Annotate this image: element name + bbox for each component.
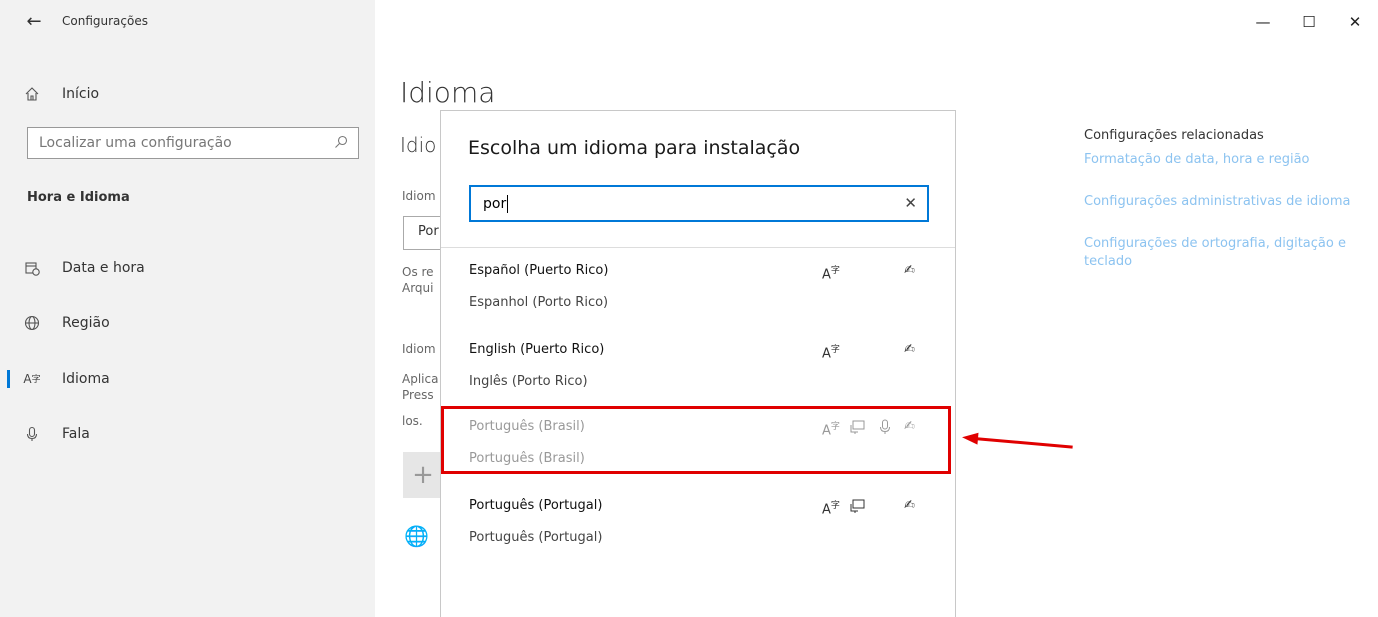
list-item[interactable]: English (Puerto Rico) Inglês (Porto Rico…: [469, 342, 939, 402]
search-placeholder: Localizar uma configuração: [39, 135, 232, 151]
display-language-icon: A字: [822, 345, 840, 362]
page-text: Idiom: [402, 189, 436, 203]
microphone-icon: [0, 426, 62, 442]
link-admin-language-settings[interactable]: Configurações administrativas de idioma: [1084, 193, 1354, 211]
app-title: Configurações: [62, 14, 148, 28]
window-controls: — ☐ ✕: [1240, 0, 1378, 52]
page-text: Aplica: [402, 372, 439, 386]
display-language-icon: A字: [822, 266, 840, 283]
sidebar-item-home[interactable]: Início: [0, 74, 375, 114]
sidebar-item-label: Idioma: [62, 371, 110, 387]
language-name: Español (Puerto Rico): [469, 263, 609, 278]
maximize-button[interactable]: ☐: [1286, 0, 1332, 48]
text-to-speech-icon: [850, 498, 866, 518]
settings-search-input[interactable]: Localizar uma configuração: [27, 127, 359, 159]
sidebar-item-label: Região: [62, 315, 110, 331]
add-language-button[interactable]: +: [403, 452, 443, 498]
search-icon[interactable]: [334, 135, 348, 153]
back-arrow-icon[interactable]: ←: [10, 0, 58, 47]
page-text: los.: [402, 414, 423, 428]
page-text: Arqui: [402, 281, 434, 295]
calendar-clock-icon: [0, 260, 62, 276]
page-subheading: Idio: [400, 133, 437, 157]
page-title: Idioma: [400, 76, 496, 109]
link-date-time-format[interactable]: Formatação de data, hora e região: [1084, 151, 1354, 169]
globe-language-icon: 🌐: [404, 524, 429, 548]
language-name: Português (Portugal): [469, 498, 603, 513]
globe-icon: [0, 315, 62, 331]
home-icon: [0, 86, 62, 102]
language-search-input[interactable]: por ✕: [469, 185, 929, 222]
link-spelling-typing-keyboard[interactable]: Configurações de ortografia, digitação e…: [1084, 235, 1354, 271]
clear-search-icon[interactable]: ✕: [904, 194, 917, 212]
language-localized-name: Português (Portugal): [469, 530, 603, 545]
title-bar: ← Configurações: [0, 0, 375, 52]
sidebar-item-speech[interactable]: Fala: [0, 414, 375, 454]
divider: [441, 247, 955, 248]
list-item[interactable]: Português (Portugal) Português (Portugal…: [469, 498, 939, 558]
highlight-box: [441, 406, 951, 474]
sidebar-item-label: Fala: [62, 426, 90, 442]
page-text: Idiom: [402, 342, 436, 356]
search-value: por: [483, 195, 507, 212]
section-heading: Hora e Idioma: [27, 190, 130, 205]
handwriting-icon: ✍: [904, 263, 915, 278]
page-text: Os re: [402, 265, 434, 279]
display-language-select[interactable]: Por: [403, 216, 443, 250]
language-localized-name: Inglês (Porto Rico): [469, 374, 588, 389]
page-text: Press: [402, 388, 434, 402]
related-settings: Configurações relacionadas Formatação de…: [1084, 128, 1354, 295]
sidebar: ← Configurações Início Localizar uma con…: [0, 0, 375, 617]
choose-language-dialog: Escolha um idioma para instalação por ✕ …: [440, 110, 956, 617]
annotation-arrow-head: [961, 431, 979, 445]
language-icon: A字: [23, 372, 41, 386]
related-settings-title: Configurações relacionadas: [1084, 128, 1264, 143]
text-caret: [507, 194, 509, 213]
sidebar-item-language[interactable]: A字 Idioma: [0, 359, 375, 399]
sidebar-item-label: Data e hora: [62, 260, 145, 276]
dialog-title: Escolha um idioma para instalação: [468, 137, 801, 159]
sidebar-item-date-time[interactable]: Data e hora: [0, 248, 375, 288]
list-item[interactable]: Español (Puerto Rico) Espanhol (Porto Ri…: [469, 263, 939, 323]
handwriting-icon: ✍: [904, 498, 915, 513]
minimize-button[interactable]: —: [1240, 0, 1286, 48]
handwriting-icon: ✍: [904, 342, 915, 357]
annotation-arrow-line: [973, 437, 1073, 449]
language-name: English (Puerto Rico): [469, 342, 605, 357]
close-button[interactable]: ✕: [1332, 0, 1378, 48]
sidebar-item-region[interactable]: Região: [0, 303, 375, 343]
sidebar-item-label: Início: [62, 86, 100, 102]
language-localized-name: Espanhol (Porto Rico): [469, 295, 609, 310]
display-language-icon: A字: [822, 501, 840, 518]
plus-icon: +: [412, 460, 434, 490]
